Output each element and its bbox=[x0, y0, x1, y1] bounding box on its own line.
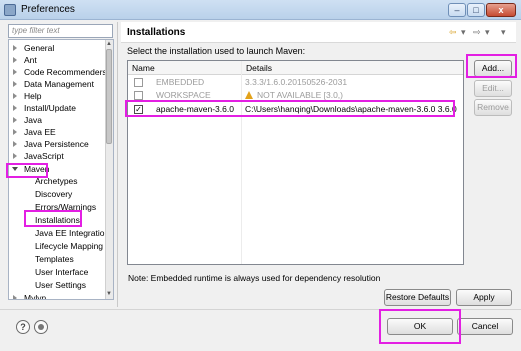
remove-button[interactable]: Remove bbox=[474, 99, 512, 116]
help-icon[interactable]: ? bbox=[16, 320, 30, 334]
row-checkbox[interactable] bbox=[134, 91, 143, 100]
row-details: 3.3.3/1.6.0.20150526-2031 bbox=[245, 77, 348, 87]
expand-arrow-icon[interactable] bbox=[13, 57, 17, 63]
cancel-button[interactable]: Cancel bbox=[457, 318, 513, 335]
record-dot bbox=[38, 324, 44, 330]
pane-splitter[interactable] bbox=[117, 22, 119, 307]
filter-input[interactable]: type filter text bbox=[8, 24, 113, 38]
expand-arrow-icon[interactable] bbox=[13, 117, 17, 123]
maximize-button[interactable]: □ bbox=[467, 3, 485, 17]
tree-item-templates[interactable]: Templates bbox=[35, 253, 74, 265]
expand-arrow-icon[interactable] bbox=[13, 141, 17, 147]
expand-arrow-icon[interactable] bbox=[13, 153, 17, 159]
highlight-add-button bbox=[466, 54, 517, 78]
scroll-up-arrow-icon[interactable]: ▲ bbox=[106, 41, 112, 47]
minimize-button[interactable]: – bbox=[448, 3, 466, 17]
expand-arrow-icon[interactable] bbox=[13, 69, 17, 75]
title-bar: Preferences – □ x bbox=[0, 0, 521, 20]
highlight-apache-maven-row bbox=[125, 100, 455, 117]
tree-scrollbar[interactable]: ▲ ▼ bbox=[105, 40, 113, 299]
tree-item-discovery[interactable]: Discovery bbox=[35, 188, 72, 200]
column-header-details[interactable]: Details bbox=[241, 61, 463, 75]
expand-arrow-icon[interactable] bbox=[13, 105, 17, 111]
row-name: EMBEDDED bbox=[156, 77, 205, 87]
column-header-name[interactable]: Name bbox=[128, 61, 241, 75]
warning-icon bbox=[245, 91, 253, 99]
embedded-runtime-note: Note: Embedded runtime is always used fo… bbox=[128, 273, 381, 283]
tree-item-java-ee-integration[interactable]: Java EE Integration bbox=[35, 227, 109, 239]
tree-item-user-settings[interactable]: User Settings bbox=[35, 279, 86, 291]
expand-arrow-icon[interactable] bbox=[13, 81, 17, 87]
close-window-button[interactable]: x bbox=[486, 3, 516, 17]
page-header: Installations ⇦ ▾ ⇨ ▾ ▾ bbox=[121, 22, 516, 43]
window-title: Preferences bbox=[21, 4, 75, 15]
row-checkbox[interactable] bbox=[134, 78, 143, 87]
scroll-down-arrow-icon[interactable]: ▼ bbox=[106, 291, 112, 297]
tree-item-user-interface[interactable]: User Interface bbox=[35, 266, 88, 278]
scrollbar-thumb[interactable] bbox=[106, 49, 112, 144]
forward-menu-chevron-icon[interactable]: ▾ bbox=[485, 27, 490, 38]
expand-arrow-icon[interactable] bbox=[13, 129, 17, 135]
highlight-installations bbox=[24, 210, 82, 227]
back-arrow-icon[interactable]: ⇦ bbox=[449, 27, 457, 38]
instruction-text: Select the installation used to launch M… bbox=[127, 46, 306, 56]
table-row[interactable]: EMBEDDED 3.3.3/1.6.0.20150526-2031 bbox=[128, 76, 463, 89]
page-title: Installations bbox=[127, 27, 186, 38]
expand-arrow-icon[interactable] bbox=[13, 45, 17, 51]
preferences-app-icon bbox=[4, 4, 16, 16]
installations-table: Name Details EMBEDDED 3.3.3/1.6.0.201505… bbox=[127, 60, 464, 265]
back-menu-chevron-icon[interactable]: ▾ bbox=[461, 27, 466, 38]
expand-arrow-icon[interactable] bbox=[13, 295, 17, 299]
tree-item-lifecycle-mapping[interactable]: Lifecycle Mapping bbox=[35, 240, 103, 252]
highlight-ok-button bbox=[379, 309, 461, 344]
edit-button[interactable]: Edit... bbox=[474, 80, 512, 97]
record-macro-icon[interactable] bbox=[34, 320, 48, 334]
apply-button[interactable]: Apply bbox=[456, 289, 512, 306]
restore-defaults-button[interactable]: Restore Defaults bbox=[384, 289, 451, 306]
view-menu-icon[interactable]: ▾ bbox=[501, 27, 506, 38]
forward-arrow-icon[interactable]: ⇨ bbox=[473, 27, 481, 38]
expand-arrow-icon[interactable] bbox=[13, 93, 17, 99]
highlight-maven bbox=[6, 163, 48, 178]
